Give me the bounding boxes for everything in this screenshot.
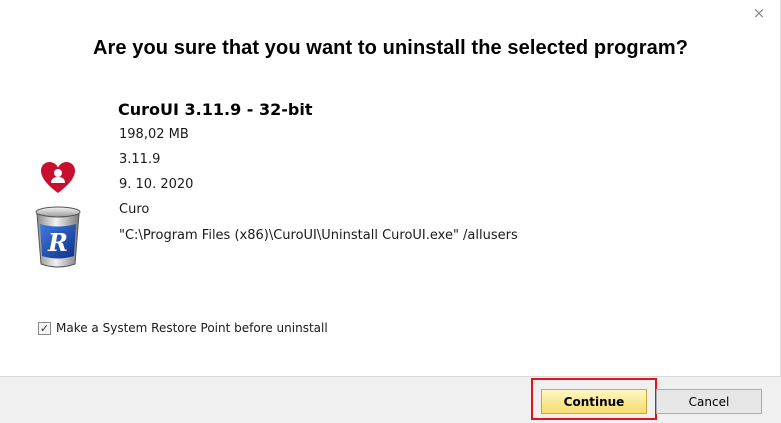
svg-text:R: R [47, 228, 68, 257]
program-name: CuroUI 3.11.9 - 32-bit [118, 100, 313, 119]
continue-button[interactable]: Continue [541, 389, 647, 414]
cancel-button-label[interactable]: Cancel [689, 395, 730, 409]
restore-point-label[interactable]: Make a System Restore Point before unins… [56, 321, 328, 335]
program-uninstall-command: "C:\Program Files (x86)\CuroUI\Uninstall… [119, 228, 518, 243]
uninstall-dialog: × Are you sure that you want to uninstal… [0, 0, 781, 423]
restore-point-checkbox[interactable]: ✓ [38, 321, 51, 335]
close-icon[interactable]: × [753, 4, 766, 22]
continue-button-label[interactable]: Continue [564, 395, 625, 409]
checkmark-icon: ✓ [39, 321, 50, 335]
recycle-bin-icon: R [35, 206, 81, 268]
heart-user-icon [41, 162, 75, 193]
program-size: 198,02 MB [119, 127, 189, 142]
program-version: 3.11.9 [119, 152, 161, 167]
restore-point-option[interactable]: ✓ Make a System Restore Point before uni… [38, 321, 328, 335]
dialog-headline: Are you sure that you want to uninstall … [92, 37, 689, 59]
program-publisher: Curo [119, 202, 150, 217]
cancel-button[interactable]: Cancel [656, 389, 762, 414]
close-button[interactable]: × [746, 2, 772, 24]
program-install-date: 9. 10. 2020 [119, 177, 194, 192]
